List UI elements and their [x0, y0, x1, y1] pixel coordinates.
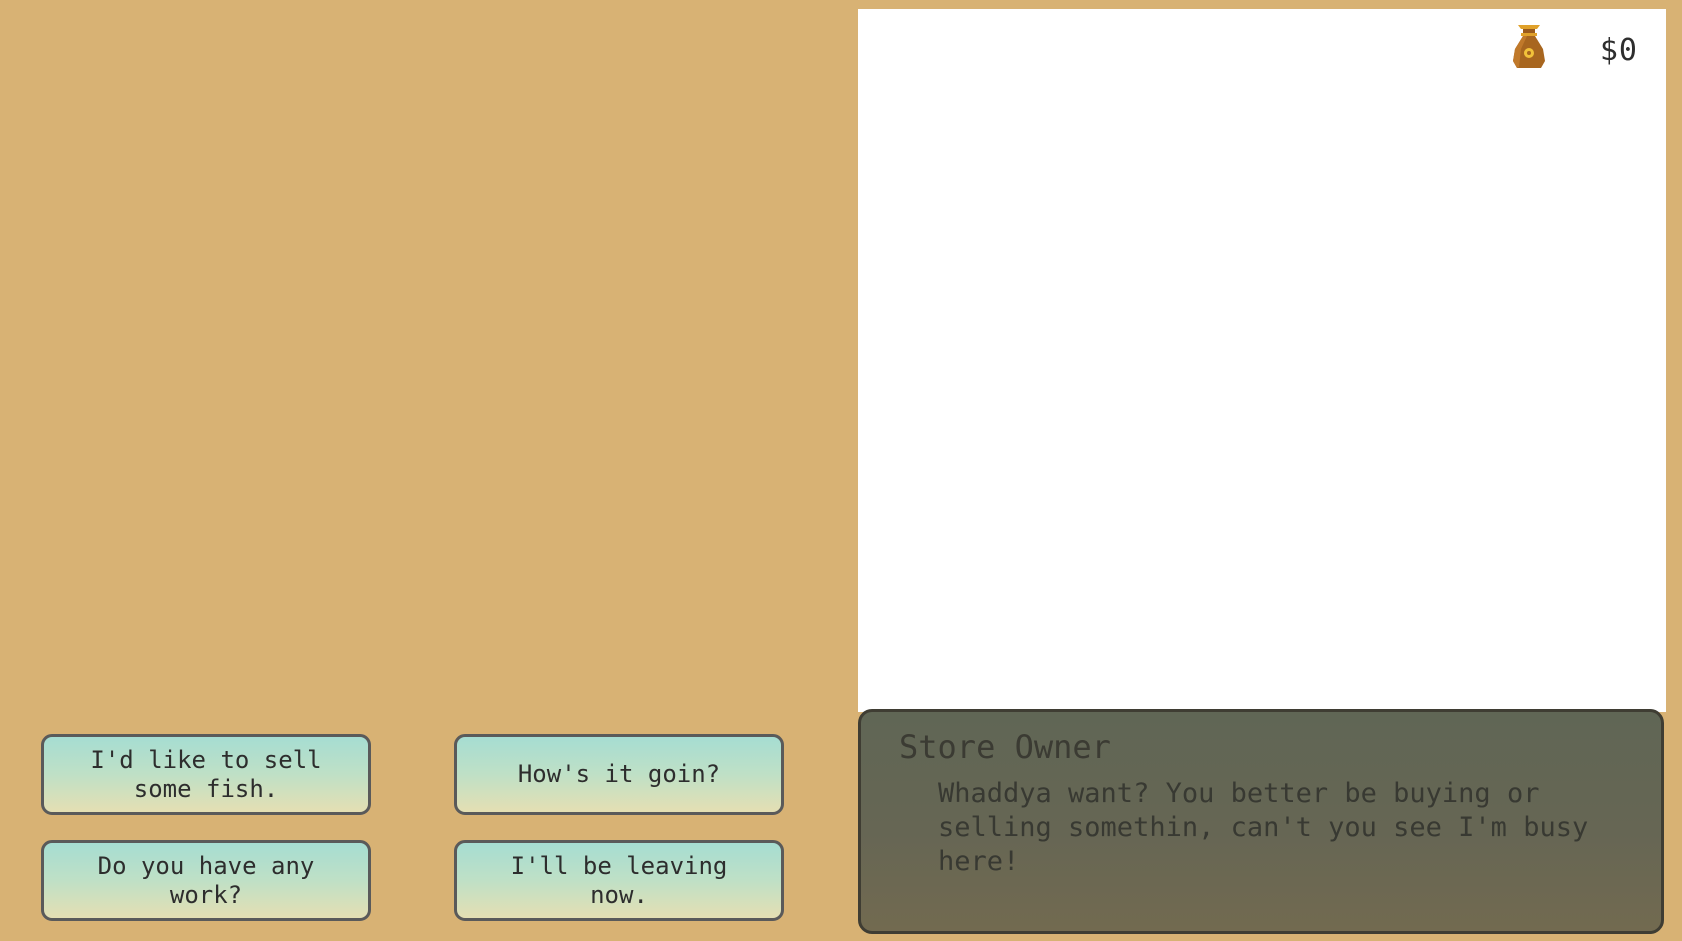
dialogue-box: Store Owner Whaddya want? You better be …	[858, 709, 1664, 934]
choice-hows-it-goin-button[interactable]: How's it goin?	[454, 734, 784, 815]
speaker-name: Store Owner	[899, 728, 1111, 766]
scene-viewport: $0	[858, 9, 1666, 712]
dialogue-text: Whaddya want? You better be buying or se…	[938, 778, 1589, 877]
choice-ask-work-button[interactable]: Do you have any work?	[41, 840, 371, 921]
choice-sell-fish-button[interactable]: I'd like to sell some fish.	[41, 734, 371, 815]
money-counter: $0	[1599, 33, 1638, 68]
money-bag-icon	[1513, 25, 1545, 68]
choice-leave-button[interactable]: I'll be leaving now.	[454, 840, 784, 921]
